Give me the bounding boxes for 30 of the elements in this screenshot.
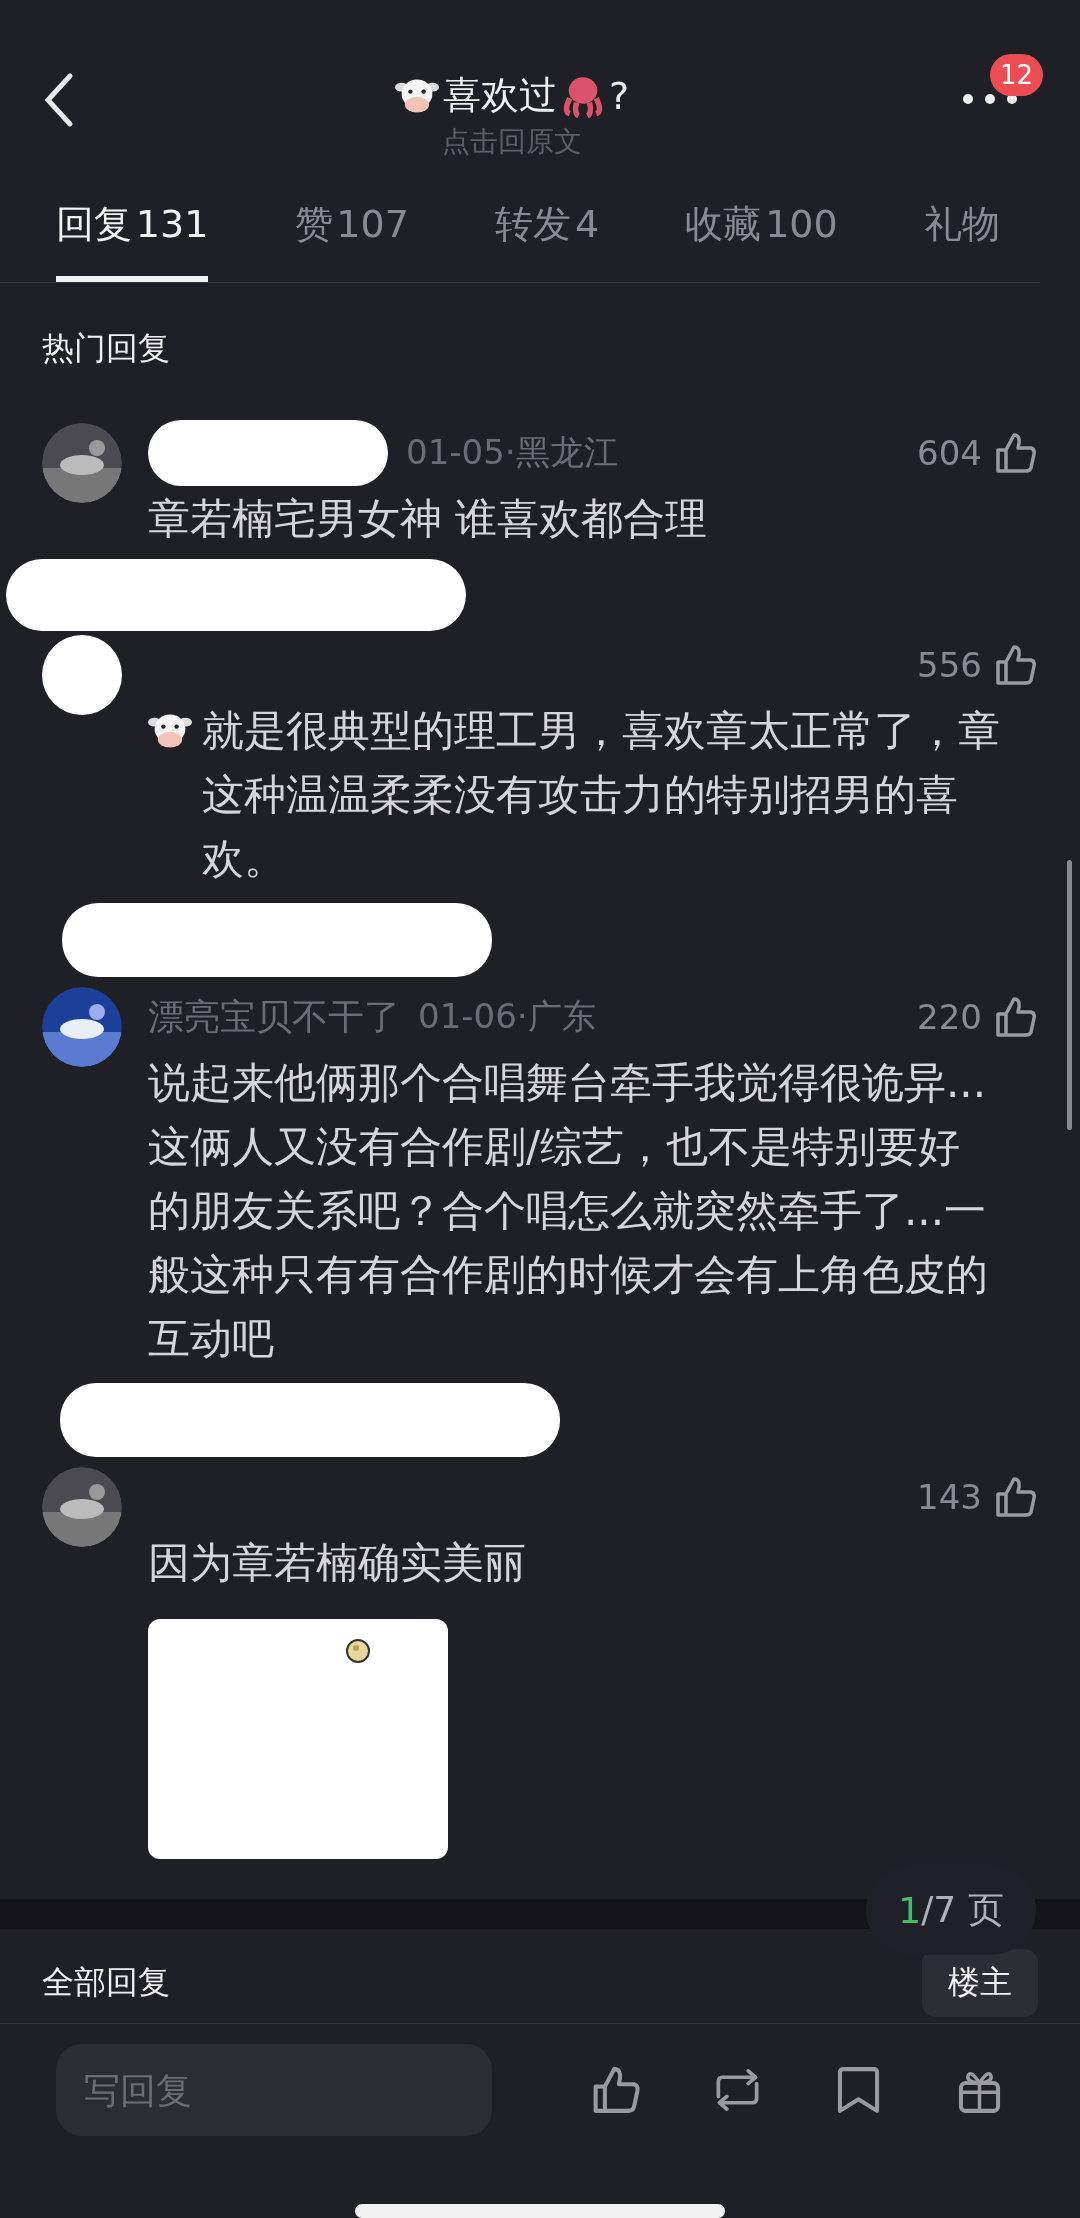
tab[interactable]: 赞 107 bbox=[294, 185, 409, 282]
notification-badge: 12 bbox=[990, 54, 1044, 96]
comment-text: 因为章若楠确实美丽 bbox=[148, 1537, 526, 1589]
reply-input[interactable]: 写回复 bbox=[56, 2044, 492, 2136]
thumbs-up-icon[interactable] bbox=[994, 1475, 1038, 1519]
like-count: 143 bbox=[917, 1477, 982, 1517]
comment-text: 说起来他俩那个合唱舞台牵手我觉得很诡异...这俩人又没有合作剧/综艺，也不是特别要好的朋友关系吧？合个唱怎么就突然牵手了...一般这种只有有合作剧的时候才会有上角色皮的互动吧 bbox=[148, 1057, 989, 1365]
tab[interactable]: 转发4 bbox=[495, 185, 600, 282]
view-original-link[interactable]: 点击回原文 bbox=[442, 123, 582, 161]
like-count: 556 bbox=[917, 645, 982, 685]
username[interactable]: 漂亮宝贝不干了 bbox=[148, 992, 400, 1042]
thumbs-up-icon[interactable] bbox=[994, 643, 1038, 687]
comment-date-location: 01-05·黑龙江 bbox=[406, 431, 618, 474]
more-icon[interactable] bbox=[960, 92, 1020, 106]
section-title: 热门回复 bbox=[41, 328, 171, 369]
tab[interactable]: 回复 131 bbox=[56, 185, 209, 282]
thumbs-up-icon[interactable] bbox=[994, 995, 1038, 1039]
author-filter-button[interactable]: 楼主 bbox=[922, 1949, 1038, 2017]
like-count: 220 bbox=[917, 997, 982, 1037]
tab[interactable]: 收藏 100 bbox=[685, 185, 838, 282]
thumbs-up-icon[interactable] bbox=[994, 431, 1038, 475]
like-count: 604 bbox=[917, 433, 982, 473]
title-question-mark: ? bbox=[608, 73, 630, 118]
back-icon[interactable] bbox=[44, 72, 74, 128]
comment-text: 就是很典型的理工男，喜欢章太正常了，章这种温温柔柔没有攻击力的特别招男的喜欢。 bbox=[202, 705, 1001, 885]
comment-text: 章若楠宅男女神 谁喜欢都合理 bbox=[148, 493, 708, 545]
post-title: 喜欢过 bbox=[442, 72, 557, 119]
section-title: 全部回复 bbox=[42, 1962, 170, 2003]
comment-date-location: 01-06·广东 bbox=[418, 995, 596, 1038]
tab[interactable]: 礼物 bbox=[923, 185, 1000, 282]
